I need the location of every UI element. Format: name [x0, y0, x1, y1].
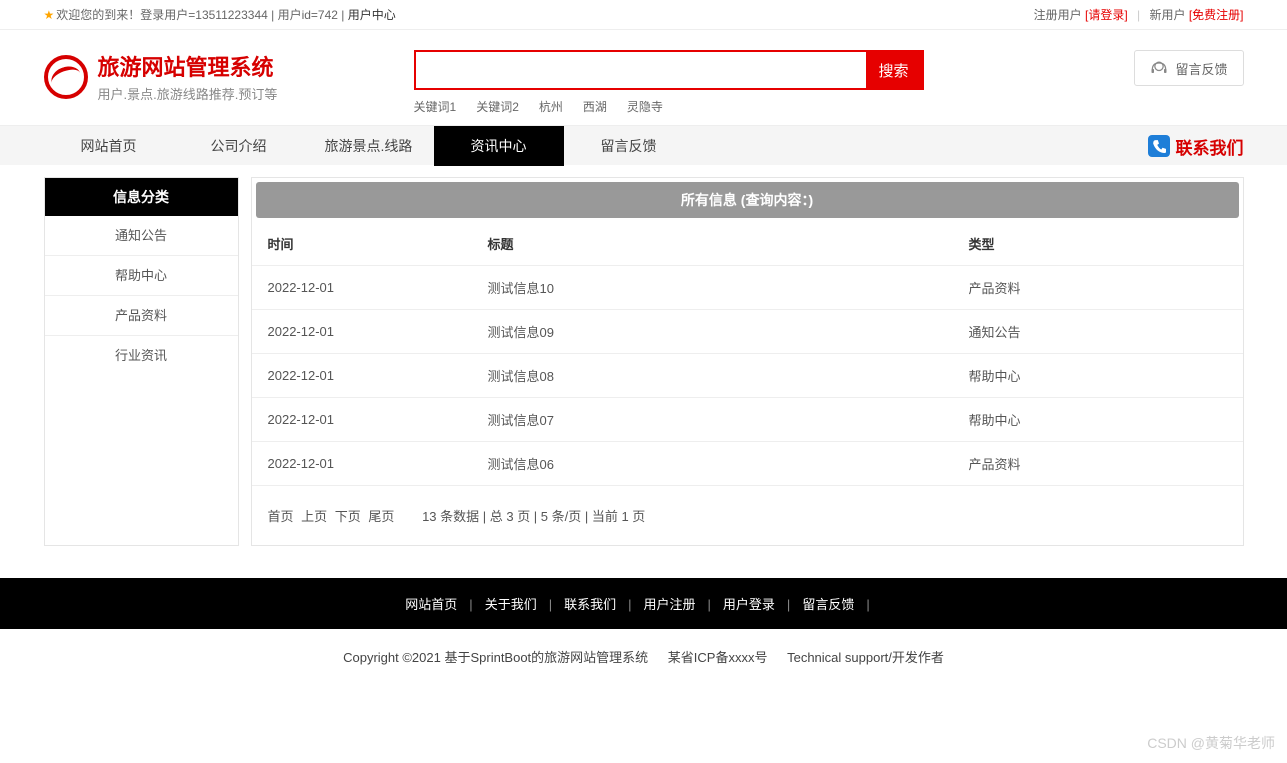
login-link[interactable]: [请登录] — [1085, 8, 1128, 22]
table-header: 类型 — [953, 222, 1243, 266]
table-cell: 2022-12-01 — [252, 266, 472, 310]
search-box: 搜索 — [414, 50, 924, 90]
copyright: Copyright ©2021 基于SprintBoot的旅游网站管理系统 某省… — [0, 629, 1287, 684]
footer-nav: 网站首页 | 关于我们 | 联系我们 | 用户注册 | 用户登录 | 留言反馈 | — [0, 578, 1287, 629]
page-last[interactable]: 尾页 — [368, 509, 394, 524]
registered-user-label: 注册用户 — [1034, 8, 1082, 22]
nav-item[interactable]: 留言反馈 — [564, 126, 694, 166]
star-icon: ★ — [44, 8, 55, 22]
register-link[interactable]: [免费注册] — [1189, 8, 1244, 22]
table-row[interactable]: 2022-12-01测试信息08帮助中心 — [252, 354, 1243, 398]
separator: | — [549, 597, 552, 612]
search-input[interactable] — [416, 52, 866, 88]
footer-link[interactable]: 关于我们 — [485, 597, 537, 612]
table-row[interactable]: 2022-12-01测试信息10产品资料 — [252, 266, 1243, 310]
search-keywords: 关键词1 关键词2 杭州 西湖 灵隐寺 — [414, 98, 1134, 115]
table-cell: 产品资料 — [953, 442, 1243, 486]
logo-area: 旅游网站管理系统 用户.景点.旅游线路推荐.预订等 — [44, 50, 414, 103]
content-panel: 所有信息 (查询内容：) 时间标题类型 2022-12-01测试信息10产品资料… — [251, 177, 1244, 546]
separator: | — [708, 597, 711, 612]
separator: | — [866, 597, 869, 612]
sidebar-item[interactable]: 产品资料 — [45, 296, 238, 336]
page-prev[interactable]: 上页 — [301, 509, 327, 524]
nav-item[interactable]: 旅游景点.线路 — [304, 126, 434, 166]
table-cell: 2022-12-01 — [252, 442, 472, 486]
table-row[interactable]: 2022-12-01测试信息07帮助中心 — [252, 398, 1243, 442]
nav-item[interactable]: 网站首页 — [44, 126, 174, 166]
separator: | — [469, 597, 472, 612]
keyword-link[interactable]: 西湖 — [583, 100, 607, 114]
user-center-link[interactable]: 用户中心 — [348, 8, 396, 22]
headset-icon — [1149, 58, 1169, 78]
nav-item[interactable]: 公司介绍 — [174, 126, 304, 166]
table-cell: 2022-12-01 — [252, 398, 472, 442]
page-next[interactable]: 下页 — [335, 509, 361, 524]
contact-us-label: 联系我们 — [1176, 134, 1244, 159]
sidebar-item[interactable]: 帮助中心 — [45, 256, 238, 296]
feedback-button[interactable]: 留言反馈 — [1134, 50, 1244, 86]
topbar-right: 注册用户 [请登录] | 新用户 [免费注册] — [1034, 0, 1244, 30]
separator: | — [1137, 8, 1140, 22]
welcome-text: 欢迎您的到来！登录用户=13511223344 | 用户id=742 | — [56, 8, 347, 22]
sidebar-item[interactable]: 通知公告 — [45, 216, 238, 256]
keyword-link[interactable]: 灵隐寺 — [627, 100, 663, 114]
table-cell: 2022-12-01 — [252, 310, 472, 354]
content-header: 所有信息 (查询内容：) — [256, 182, 1239, 218]
footer-link[interactable]: 用户注册 — [644, 597, 696, 612]
table-cell: 测试信息10 — [472, 266, 953, 310]
table-header: 时间 — [252, 222, 472, 266]
table-cell: 帮助中心 — [953, 398, 1243, 442]
table-cell: 产品资料 — [953, 266, 1243, 310]
table-cell: 帮助中心 — [953, 354, 1243, 398]
table-cell: 2022-12-01 — [252, 354, 472, 398]
table-cell: 测试信息06 — [472, 442, 953, 486]
keyword-link[interactable]: 杭州 — [539, 100, 563, 114]
nav-item[interactable]: 资讯中心 — [434, 126, 564, 166]
site-title: 旅游网站管理系统 — [98, 50, 278, 82]
keyword-link[interactable]: 关键词2 — [476, 100, 519, 114]
sidebar-item[interactable]: 行业资讯 — [45, 336, 238, 376]
separator: | — [787, 597, 790, 612]
feedback-label: 留言反馈 — [1175, 59, 1227, 78]
table-row[interactable]: 2022-12-01测试信息06产品资料 — [252, 442, 1243, 486]
site-subtitle: 用户.景点.旅游线路推荐.预订等 — [98, 84, 278, 103]
contact-us-button[interactable]: 联系我们 — [1148, 134, 1244, 159]
footer-link[interactable]: 用户登录 — [723, 597, 775, 612]
separator: | — [628, 597, 631, 612]
pagination: 首页 上页 下页 尾页 13 条数据 | 总 3 页 | 5 条/页 | 当前 … — [252, 486, 1243, 545]
table-cell: 测试信息08 — [472, 354, 953, 398]
search-button[interactable]: 搜索 — [866, 52, 922, 88]
copyright-text: Copyright ©2021 基于SprintBoot的旅游网站管理系统 — [343, 650, 648, 665]
table-header: 标题 — [472, 222, 953, 266]
sidebar: 信息分类 通知公告帮助中心产品资料行业资讯 — [44, 177, 239, 546]
page-first[interactable]: 首页 — [268, 509, 294, 524]
sidebar-header: 信息分类 — [45, 178, 238, 216]
new-user-label: 新用户 — [1149, 8, 1185, 22]
phone-icon — [1148, 135, 1170, 157]
keyword-link[interactable]: 关键词1 — [414, 100, 457, 114]
footer-link[interactable]: 网站首页 — [405, 597, 457, 612]
page-info: 13 条数据 | 总 3 页 | 5 条/页 | 当前 1 页 — [422, 509, 645, 524]
icp-text: 某省ICP备xxxx号 — [668, 650, 768, 665]
table-cell: 测试信息07 — [472, 398, 953, 442]
table-row[interactable]: 2022-12-01测试信息09通知公告 — [252, 310, 1243, 354]
topbar-left: ★欢迎您的到来！登录用户=13511223344 | 用户id=742 | 用户… — [44, 0, 396, 30]
logo-icon — [44, 55, 88, 99]
table-cell: 测试信息09 — [472, 310, 953, 354]
info-table: 时间标题类型 2022-12-01测试信息10产品资料2022-12-01测试信… — [252, 222, 1243, 486]
footer-link[interactable]: 留言反馈 — [802, 597, 854, 612]
table-cell: 通知公告 — [953, 310, 1243, 354]
support-text: Technical support/开发作者 — [787, 650, 944, 665]
footer-link[interactable]: 联系我们 — [564, 597, 616, 612]
watermark: CSDN @黄菊华老师 — [1147, 733, 1275, 753]
